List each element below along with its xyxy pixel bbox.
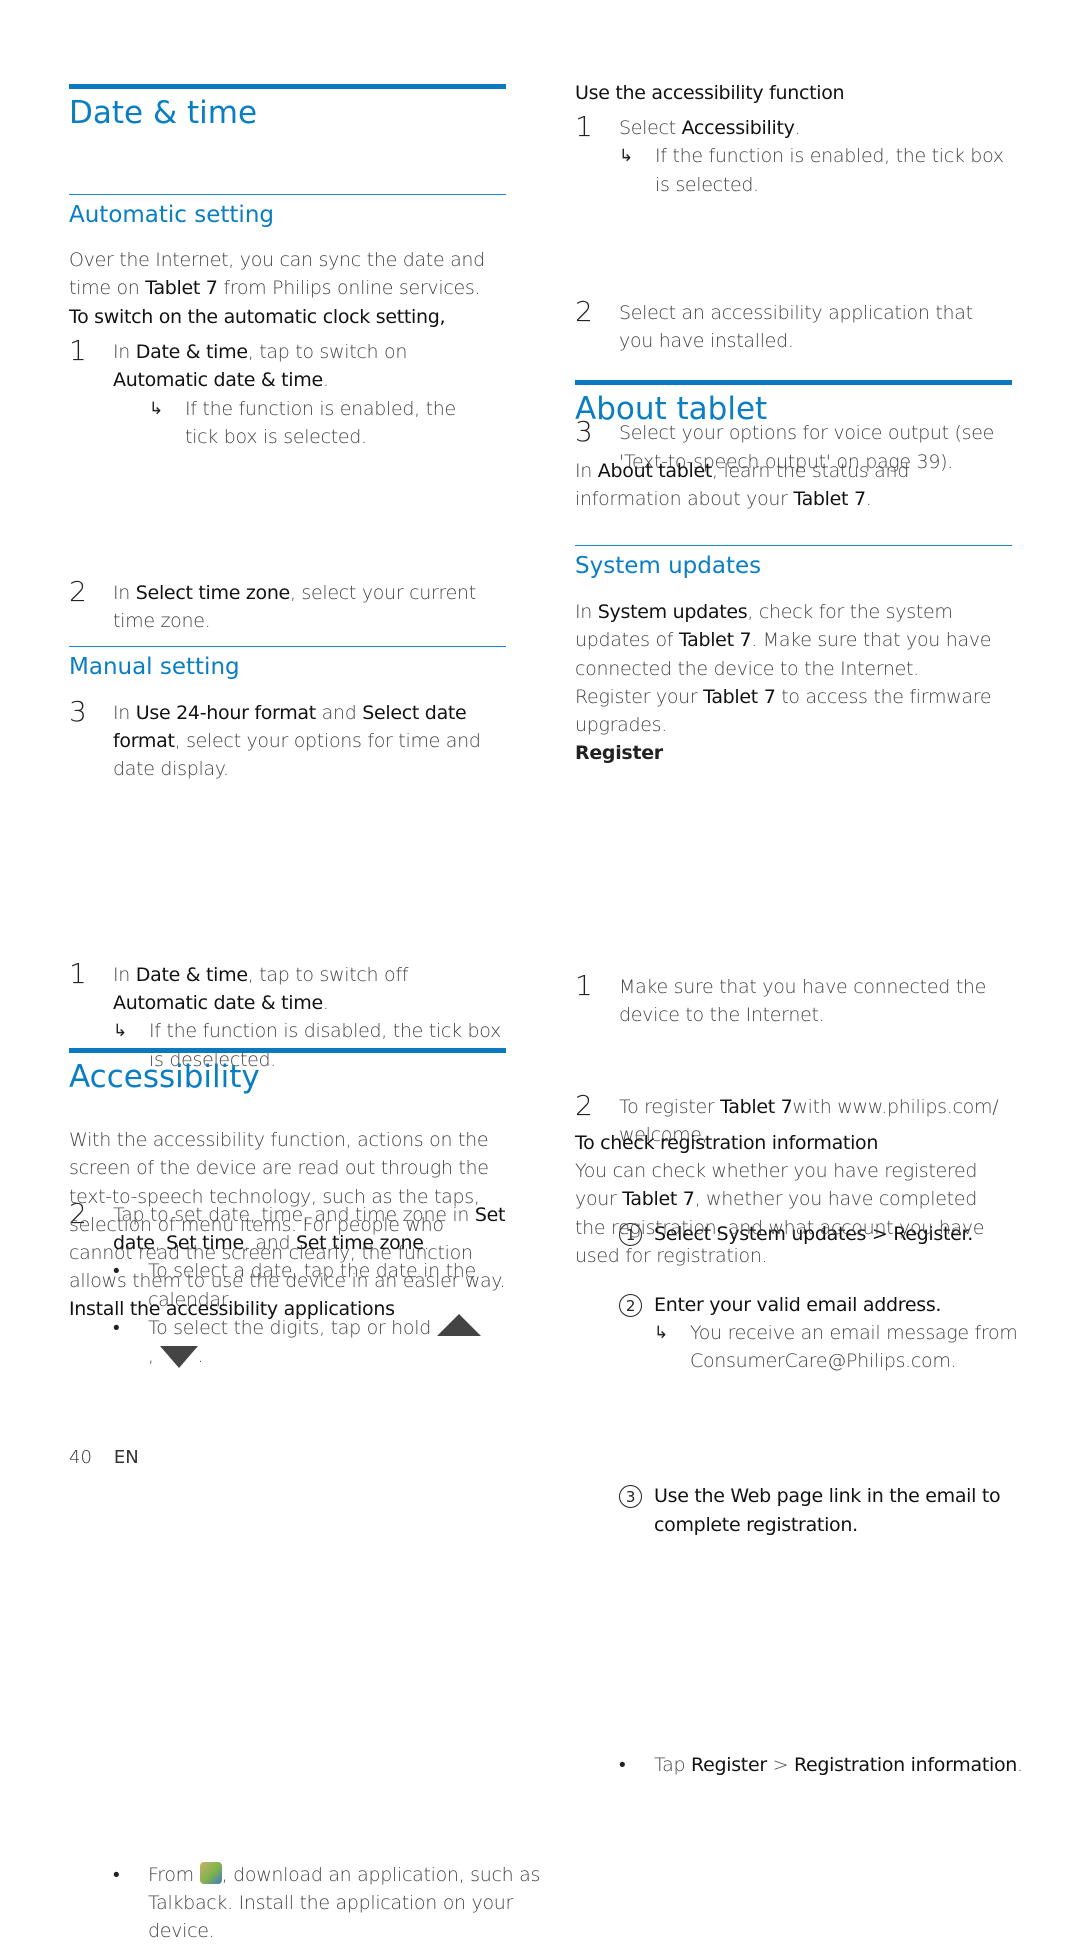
subsection-rule <box>69 194 506 195</box>
check-registration-heading: To check registration information <box>575 1132 879 1154</box>
automatic-setting-heading: Automatic setting <box>69 202 275 228</box>
install-lead: Install the accessibility applications <box>69 1298 395 1320</box>
check-registration-bullet: • Tap Register > Registration information… <box>619 1754 1023 1777</box>
result-arrow-icon: ↳ <box>149 398 163 419</box>
section-rule <box>69 84 506 89</box>
subsection-rule <box>575 545 1012 546</box>
arrow-down-icon <box>159 1346 198 1369</box>
check-registration-body: You can check whether you have registere… <box>575 1160 985 1267</box>
intro-line: Over the Internet, you can sync the date… <box>69 249 485 271</box>
install-bullet: • From , download an application, such as… <box>113 1861 541 1943</box>
register-substep-2: 2 Enter your valid email address. ↳ You r… <box>619 1291 1056 1376</box>
page-number: 40 <box>69 1447 92 1468</box>
manual-setting-heading: Manual setting <box>69 654 240 680</box>
result-arrow-icon: ↳ <box>113 1021 127 1042</box>
market-icon <box>199 1861 222 1884</box>
step-result: ↳ You receive an email message from Cons… <box>654 1319 1056 1376</box>
page-footer: 40 EN <box>69 1447 139 1468</box>
subsection-rule <box>69 646 506 647</box>
date-time-heading: Date & time <box>69 95 258 131</box>
automatic-lead: To switch on the automatic clock setting… <box>69 305 446 328</box>
register-step-1: 1 Make sure that you have connected the … <box>575 969 986 1027</box>
accessibility-step-2: 2 Select an accessibility application th… <box>575 294 973 353</box>
automatic-intro: Over the Internet, you can sync the date… <box>69 246 506 331</box>
automatic-step-3: 3 In Use 24-hour format and Select date … <box>69 694 481 781</box>
system-updates-heading: System updates <box>575 553 762 579</box>
intro-line: time on Tablet 7 from Philips online ser… <box>69 277 481 300</box>
step-result: ↳ If the function is enabled, the tick b… <box>619 142 1012 199</box>
section-rule <box>69 1048 506 1053</box>
language-code: EN <box>113 1447 139 1468</box>
accessibility-body: With the accessibility function, actions… <box>69 1129 506 1293</box>
left-column: Date & time Automatic setting Over the I… <box>69 0 540 1942</box>
accessibility-heading: Accessibility <box>69 1059 260 1095</box>
system-updates-body: In System updates, check for the system … <box>575 598 1012 768</box>
automatic-step-1: 1 In Date & time, tap to switch on Autom… <box>69 336 506 452</box>
manual-step-1: 1 In Date & time, tap to switch off Auto… <box>69 958 506 1074</box>
register-substep-3: 3 Use the Web page link in the email to c… <box>619 1482 1056 1539</box>
step-result: ↳ If the function is enabled, the tick b… <box>149 395 486 452</box>
use-accessibility-lead: Use the accessibility function <box>575 82 845 104</box>
accessibility-step-1: 1 Select Accessibility. ↳ If the functio… <box>575 112 1012 199</box>
register-heading: Register <box>575 742 663 765</box>
result-arrow-icon: ↳ <box>619 146 633 167</box>
section-rule <box>575 380 1012 385</box>
result-arrow-icon: ↳ <box>654 1322 668 1343</box>
about-tablet-body: In About tablet, learn the status and in… <box>575 460 910 511</box>
automatic-step-2: 2 In Select time zone, select your curre… <box>69 575 476 633</box>
right-column: Use the accessibility function 1 Select … <box>575 0 1023 1776</box>
about-tablet-heading: About tablet <box>575 391 768 427</box>
